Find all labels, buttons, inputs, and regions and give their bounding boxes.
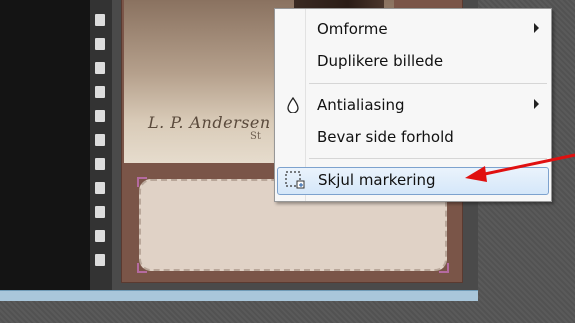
frame-corner <box>137 263 147 273</box>
menu-item-label: Duplikere billede <box>317 52 444 70</box>
menu-item-label: Skjul markering <box>318 171 436 189</box>
sprocket-hole <box>95 110 105 122</box>
menu-item-bevar-side-forhold[interactable]: Bevar side forhold <box>277 125 547 149</box>
sprocket-hole <box>95 182 105 194</box>
sprocket-hole <box>95 206 105 218</box>
sprocket-hole <box>95 62 105 74</box>
film-strip-dark-panel <box>0 0 92 290</box>
submenu-arrow-icon <box>534 23 539 33</box>
sprocket-hole <box>95 158 105 170</box>
sprocket-hole <box>95 230 105 242</box>
film-strip-sprockets <box>90 0 112 290</box>
drop-icon <box>287 97 299 113</box>
sprocket-hole <box>95 14 105 26</box>
sprocket-hole <box>95 38 105 50</box>
menu-item-duplikere-billede[interactable]: Duplikere billede <box>277 49 547 73</box>
frame-corner <box>137 177 147 187</box>
menu-item-label: Omforme <box>317 20 388 38</box>
menu-separator <box>309 83 547 84</box>
red-pointer-arrow <box>465 153 575 182</box>
page-bottom-edge <box>0 290 478 301</box>
sprocket-hole <box>95 254 105 266</box>
sprocket-hole <box>95 86 105 98</box>
photo-signature: L. P. Andersen <box>148 113 271 132</box>
photo-subtext: St <box>250 131 261 142</box>
frame-corner <box>439 263 449 273</box>
menu-item-label: Antialiasing <box>317 96 405 114</box>
submenu-arrow-icon <box>534 99 539 109</box>
menu-item-antialiasing[interactable]: Antialiasing <box>277 93 547 117</box>
menu-item-omforme[interactable]: Omforme <box>277 17 547 41</box>
sprocket-hole <box>95 134 105 146</box>
hide-selection-icon <box>285 171 305 189</box>
menu-item-label: Bevar side forhold <box>317 128 454 146</box>
